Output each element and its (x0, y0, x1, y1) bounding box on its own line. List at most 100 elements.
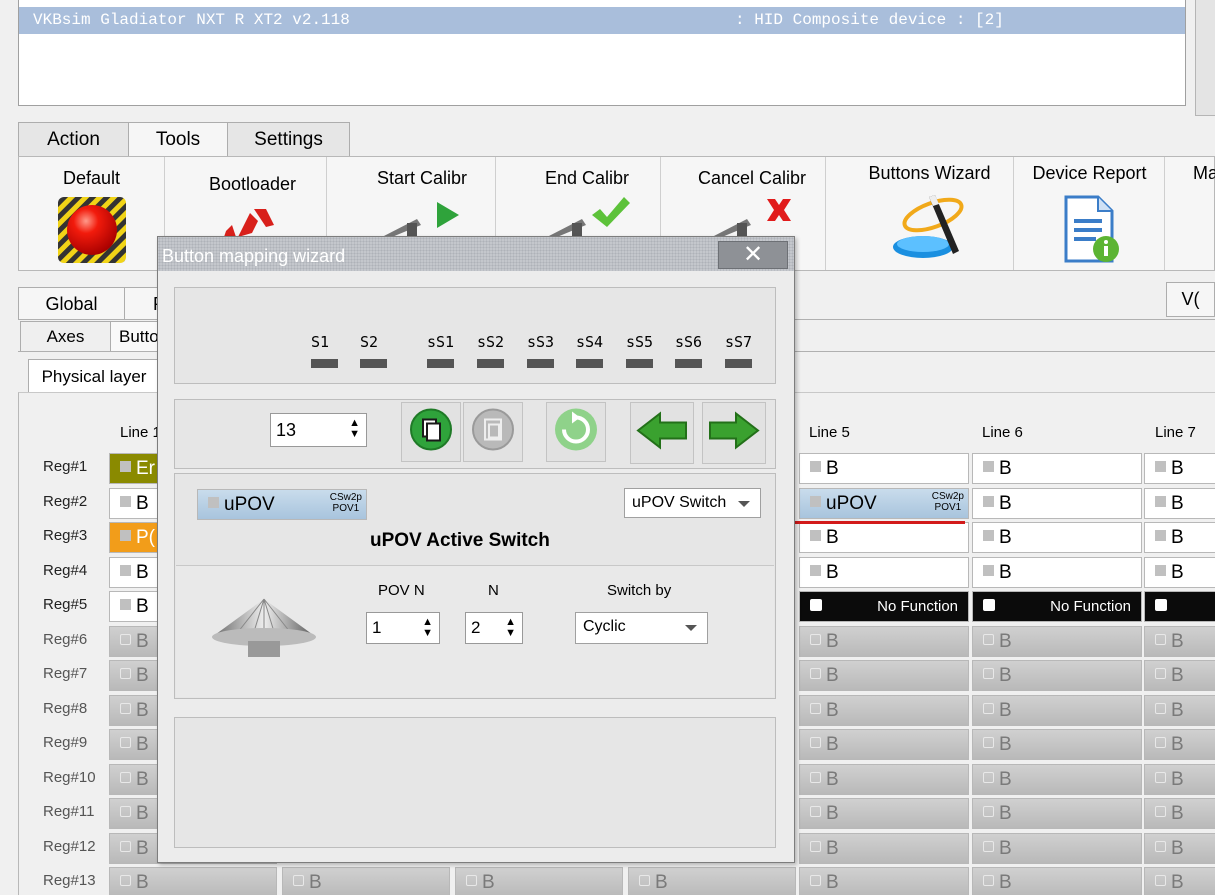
button-cell[interactable]: B (799, 729, 969, 760)
magic-wand-icon (885, 191, 975, 268)
cell-label: B (1171, 561, 1184, 583)
button-cell[interactable]: B (799, 867, 969, 895)
function-type-dropdown[interactable]: uPOV Switch (624, 488, 761, 518)
tab-global[interactable]: Global (18, 287, 125, 320)
button-cell[interactable]: B (1144, 625, 1215, 657)
button-cell[interactable]: B (799, 763, 969, 795)
previous-button[interactable] (630, 402, 694, 464)
cell-marker (1155, 840, 1166, 852)
tab-axes[interactable]: Axes (20, 321, 111, 351)
red-button-icon (56, 195, 128, 270)
cell-marker (810, 564, 821, 576)
button-cell[interactable]: B (972, 556, 1142, 588)
function-chip-tag1: CSw2p (329, 492, 362, 503)
cell-marker (983, 875, 994, 887)
button-cell[interactable]: B (799, 556, 969, 588)
button-cell[interactable]: B (1144, 660, 1215, 691)
cell-marker (120, 530, 131, 542)
paste-button[interactable] (463, 402, 523, 462)
register-label: Reg#4 (43, 561, 88, 579)
button-cell[interactable]: B (1144, 556, 1215, 588)
button-cell[interactable]: B (972, 763, 1142, 795)
cell-label: B (136, 768, 149, 790)
tab-tools[interactable]: Tools (128, 122, 228, 158)
button-cell[interactable]: B (799, 660, 969, 691)
cell-label: B (1171, 872, 1184, 893)
cell-marker (120, 668, 131, 680)
button-cell[interactable]: B (1144, 729, 1215, 760)
button-cell[interactable]: B (972, 522, 1142, 553)
close-button[interactable]: ✕ (718, 241, 788, 269)
button-cell[interactable]: B (1144, 763, 1215, 795)
button-cell[interactable] (1144, 591, 1215, 622)
button-cell[interactable]: B (1144, 867, 1215, 895)
tab-action[interactable]: Action (18, 122, 129, 156)
shift-label: sS3 (527, 333, 555, 351)
cell-label: No Function (877, 598, 958, 615)
button-cell[interactable]: No Function (972, 591, 1142, 622)
button-cell[interactable]: B (972, 625, 1142, 657)
button-cell[interactable]: No Function (799, 591, 969, 622)
button-cell[interactable]: B (972, 867, 1142, 895)
button-cell[interactable]: B (1144, 798, 1215, 829)
ma-button[interactable]: Ma (1165, 157, 1215, 270)
cell-label: B (826, 768, 839, 790)
button-number-spinner[interactable]: 13 ▲ ▼ (270, 413, 367, 447)
cell-marker (639, 875, 650, 887)
button-cell[interactable]: B (799, 798, 969, 829)
button-cell[interactable]: B (972, 832, 1142, 864)
button-cell[interactable]: B (1144, 453, 1215, 484)
default-button[interactable]: Default (19, 157, 165, 270)
button-cell[interactable]: B (282, 867, 450, 895)
switch-by-dropdown[interactable]: Cyclic (575, 612, 708, 644)
tab-buttons[interactable]: Butto (110, 321, 160, 351)
device-name: VKBsim Gladiator NXT R XT2 v2.118 (33, 11, 350, 29)
cell-label: B (136, 872, 149, 893)
button-cell[interactable]: B (799, 694, 969, 726)
button-cell[interactable]: uPOV CSw2p POV1 (799, 487, 969, 519)
tab-physical-layer[interactable]: Physical layer (28, 359, 160, 392)
tab-right-v[interactable]: V( (1166, 282, 1215, 317)
cell-label: No Function (1050, 598, 1131, 615)
button-cell[interactable]: B (109, 867, 277, 895)
button-cell[interactable]: B (1144, 522, 1215, 553)
copy-button[interactable] (401, 402, 461, 462)
n-spinner[interactable]: 2 ▲ ▼ (465, 612, 523, 644)
button-cell[interactable]: B (1144, 487, 1215, 519)
cell-marker (810, 840, 821, 852)
function-chip-tags: CSw2p POV1 (330, 492, 362, 514)
button-cell[interactable]: B (799, 453, 969, 484)
button-cell[interactable]: B (972, 660, 1142, 691)
button-cell[interactable]: B (1144, 694, 1215, 726)
device-list[interactable]: VKBsim Gladiator NXT R XT2 v2.118 : HID … (18, 0, 1186, 106)
spinner-arrows-icon: ▲ ▼ (505, 616, 516, 639)
button-cell[interactable]: B (972, 453, 1142, 484)
device-report-button[interactable]: Device Report (1015, 157, 1165, 270)
button-cell[interactable]: B (799, 522, 969, 553)
button-cell[interactable]: B (972, 729, 1142, 760)
tab-settings[interactable]: Settings (227, 122, 350, 156)
button-cell[interactable]: B (972, 798, 1142, 829)
next-button[interactable] (702, 402, 766, 464)
shift-label: S2 (360, 333, 379, 351)
button-cell[interactable]: B (1144, 832, 1215, 864)
cell-marker (983, 564, 994, 576)
reset-button[interactable] (546, 402, 606, 462)
cell-marker (120, 564, 131, 576)
button-cell[interactable]: B (972, 694, 1142, 726)
button-cell[interactable]: B (628, 867, 796, 895)
button-cell[interactable]: B (972, 487, 1142, 519)
cell-marker (983, 840, 994, 852)
device-row-selected[interactable]: VKBsim Gladiator NXT R XT2 v2.118 : HID … (19, 7, 1185, 34)
cell-label: B (1171, 699, 1184, 721)
buttons-wizard-button[interactable]: Buttons Wizard (846, 157, 1014, 270)
cell-marker (120, 771, 131, 783)
button-cell[interactable]: B (799, 832, 969, 864)
button-cell[interactable]: B (455, 867, 623, 895)
function-chip[interactable]: uPOV CSw2p POV1 (197, 489, 367, 520)
pov-n-spinner[interactable]: 1 ▲ ▼ (366, 612, 440, 644)
cell-label: B (999, 492, 1012, 514)
cell-label: B (1171, 630, 1184, 652)
shift-label: sS5 (626, 333, 654, 351)
button-cell[interactable]: B (799, 625, 969, 657)
